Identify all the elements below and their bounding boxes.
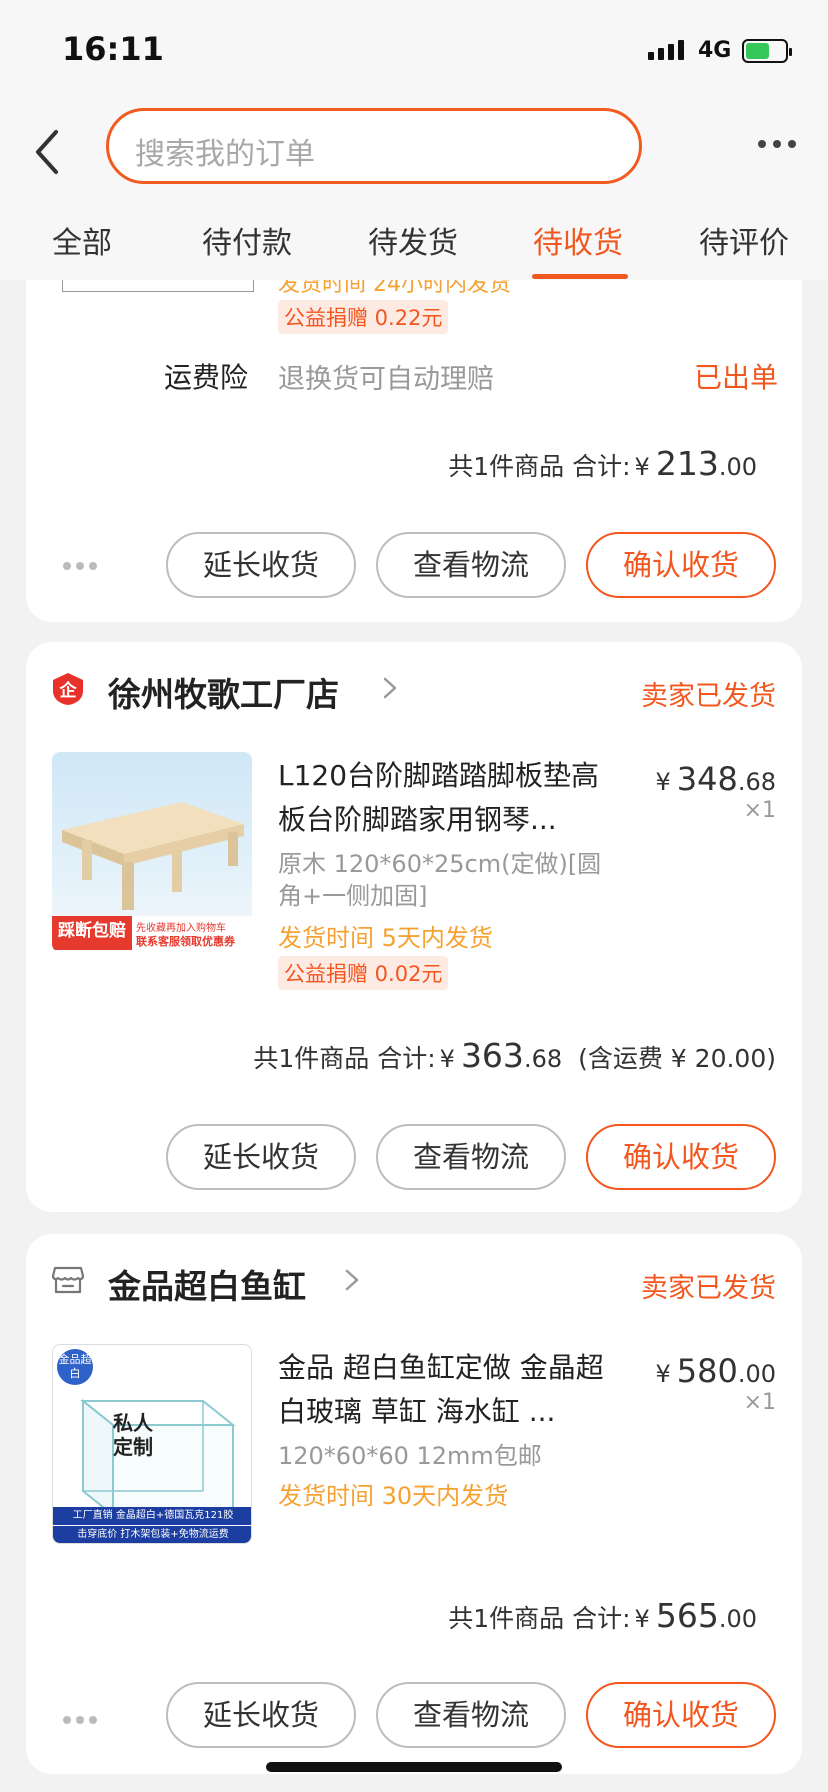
total-integer: 213 bbox=[655, 444, 719, 483]
item-count: 共1件商品 bbox=[253, 1044, 370, 1073]
thumb-badge: 金品超白 bbox=[57, 1349, 93, 1385]
thumb-badge: 踩断包赔 bbox=[52, 916, 132, 950]
active-tab-indicator bbox=[532, 274, 628, 279]
product-image[interactable]: 踩断包赔 先收藏再加入购物车 联系客服领取优惠券 bbox=[52, 752, 252, 952]
order-tabs: 全部 待付款 待发货 待收货 待评价 bbox=[0, 210, 828, 280]
more-icon[interactable] bbox=[758, 140, 796, 148]
enterprise-shop-icon: 企 bbox=[51, 672, 85, 706]
charity-badge: 公益捐赠 0.02元 bbox=[278, 956, 449, 990]
total-integer: 363 bbox=[460, 1036, 524, 1075]
total-label: 合计: bbox=[377, 1044, 436, 1073]
insurance-label: 运费险 bbox=[164, 361, 249, 394]
ship-time-label: 发货时间 24小时内发货 bbox=[278, 280, 511, 297]
ship-time-label: 发货时间 30天内发货 bbox=[278, 1482, 509, 1510]
battery-icon bbox=[742, 39, 792, 63]
status-time: 16:11 bbox=[62, 30, 164, 68]
order-total: 共1件商品 合计: ¥ 363 .68 (含运费 ¥ 20.00) bbox=[253, 1036, 776, 1075]
currency-symbol: ¥ bbox=[655, 768, 671, 796]
more-actions-icon[interactable] bbox=[63, 562, 97, 570]
extend-receipt-button[interactable]: 延长收货 bbox=[166, 1124, 356, 1190]
tab-pending-shipment[interactable]: 待发货 bbox=[368, 218, 458, 262]
order-status: 卖家已发货 bbox=[641, 681, 776, 712]
order-total: 共1件商品 合计: ¥ 213 .00 bbox=[448, 444, 757, 483]
shipping-fee: (含运费 ¥ 20.00) bbox=[578, 1044, 776, 1073]
price-integer: 580 bbox=[676, 1352, 738, 1390]
total-decimal: .00 bbox=[718, 1605, 757, 1633]
shop-name[interactable]: 金品超白鱼缸 bbox=[108, 1260, 306, 1308]
thumb-center-text: 私人定制 bbox=[113, 1411, 153, 1459]
thumb-note-2: 联系客服领取优惠券 bbox=[136, 935, 235, 948]
view-logistics-button[interactable]: 查看物流 bbox=[376, 1682, 566, 1748]
tab-pending-review[interactable]: 待评价 bbox=[699, 218, 789, 262]
tab-pending-payment[interactable]: 待付款 bbox=[202, 218, 292, 262]
ship-time-label: 发货时间 5天内发货 bbox=[278, 924, 493, 952]
order-card: 发货时间 24小时内发货 公益捐赠 0.22元 运费险 退换货可自动理赔 已出单… bbox=[26, 280, 802, 622]
extend-receipt-button[interactable]: 延长收货 bbox=[166, 1682, 356, 1748]
product-image-partial bbox=[62, 280, 254, 292]
more-actions-icon[interactable] bbox=[63, 1716, 97, 1724]
product-title[interactable]: L120台阶脚踏踏脚板垫高板台阶脚踏家用钢琴... bbox=[278, 754, 618, 842]
product-quantity: ×1 bbox=[743, 1390, 776, 1415]
shop-name[interactable]: 徐州牧歌工厂店 bbox=[108, 668, 339, 716]
total-decimal: .68 bbox=[523, 1045, 563, 1073]
extend-receipt-button[interactable]: 延长收货 bbox=[166, 532, 356, 598]
order-card: 企 徐州牧歌工厂店 卖家已发货 踩断包赔 先收藏再加入购物车 联系客服领取优惠券… bbox=[26, 642, 802, 1212]
network-label: 4G bbox=[698, 38, 732, 63]
total-label: 合计: bbox=[572, 452, 631, 481]
chevron-right-icon[interactable] bbox=[344, 1268, 360, 1292]
store-icon bbox=[51, 1262, 85, 1296]
item-count: 共1件商品 bbox=[448, 1604, 565, 1633]
confirm-receipt-button[interactable]: 确认收货 bbox=[586, 532, 776, 598]
thumb-band: 工厂直销 金晶超白+德国瓦克121胶 bbox=[53, 1507, 251, 1525]
total-label: 合计: bbox=[572, 1604, 631, 1633]
order-status: 卖家已发货 bbox=[641, 1273, 776, 1304]
tab-pending-receipt[interactable]: 待收货 bbox=[533, 218, 623, 262]
item-count: 共1件商品 bbox=[448, 452, 565, 481]
currency-symbol: ¥ bbox=[655, 1360, 671, 1388]
currency-symbol: ¥ bbox=[439, 1045, 455, 1073]
price-integer: 348 bbox=[676, 760, 738, 798]
product-sku: 120*60*60 12mm包邮 bbox=[278, 1442, 542, 1470]
charity-badge: 公益捐赠 0.22元 bbox=[278, 300, 449, 334]
currency-symbol: ¥ bbox=[634, 1605, 650, 1633]
search-input[interactable]: 搜索我的订单 bbox=[106, 108, 642, 184]
total-integer: 565 bbox=[655, 1596, 719, 1635]
back-icon[interactable] bbox=[28, 122, 68, 182]
product-price: ¥348.68 bbox=[655, 760, 776, 798]
view-logistics-button[interactable]: 查看物流 bbox=[376, 532, 566, 598]
insurance-desc: 退换货可自动理赔 bbox=[278, 364, 494, 395]
product-price: ¥580.00 bbox=[655, 1352, 776, 1390]
search-placeholder: 搜索我的订单 bbox=[135, 137, 315, 172]
thumb-note: 先收藏再加入购物车 bbox=[136, 923, 226, 934]
status-bar: 16:11 4G bbox=[0, 0, 828, 100]
order-total: 共1件商品 合计: ¥ 565 .00 bbox=[448, 1596, 757, 1635]
tab-all[interactable]: 全部 bbox=[52, 218, 112, 262]
product-sku: 原木 120*60*25cm(定做)[圆角+一侧加固] bbox=[278, 850, 602, 910]
order-card: 金品超白鱼缸 卖家已发货 金品超白 私人定制 工厂直销 金晶超白+德国瓦克121… bbox=[26, 1234, 802, 1774]
svg-text:企: 企 bbox=[59, 680, 78, 701]
price-decimal: .68 bbox=[737, 768, 776, 796]
product-image[interactable]: 金品超白 私人定制 工厂直销 金晶超白+德国瓦克121胶 击穿底价 打木架包装+… bbox=[52, 1344, 252, 1544]
view-logistics-button[interactable]: 查看物流 bbox=[376, 1124, 566, 1190]
chevron-right-icon[interactable] bbox=[382, 676, 398, 700]
product-quantity: ×1 bbox=[743, 798, 776, 823]
currency-symbol: ¥ bbox=[634, 453, 650, 481]
header: 搜索我的订单 全部 待付款 待发货 待收货 待评价 bbox=[0, 100, 828, 280]
signal-icon bbox=[648, 40, 684, 60]
confirm-receipt-button[interactable]: 确认收货 bbox=[586, 1682, 776, 1748]
total-decimal: .00 bbox=[718, 453, 757, 481]
thumb-band-2: 击穿底价 打木架包装+免物流运费 bbox=[53, 1525, 251, 1543]
product-title[interactable]: 金品 超白鱼缸定做 金晶超白玻璃 草缸 海水缸 ... bbox=[278, 1346, 618, 1434]
confirm-receipt-button[interactable]: 确认收货 bbox=[586, 1124, 776, 1190]
home-indicator[interactable] bbox=[266, 1762, 562, 1772]
insurance-status: 已出单 bbox=[693, 361, 778, 394]
price-decimal: .00 bbox=[737, 1360, 776, 1388]
